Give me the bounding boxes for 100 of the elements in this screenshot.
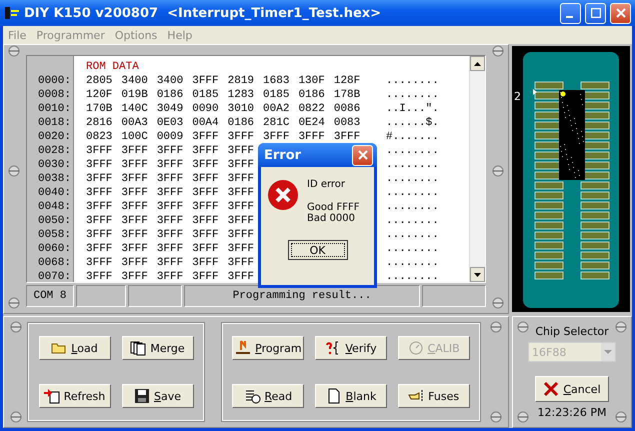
dialog-title: Error [264,148,302,162]
address-label: 0070: [38,270,71,282]
scroll-up-button[interactable] [470,56,485,71]
status-message: Programming result... [232,289,372,303]
screw-icon [615,321,627,333]
address-label: 0000: [38,74,71,88]
hex-word: 3FFF [156,242,184,256]
hex-word: 3FFF [192,228,219,242]
hex-word: 3FFF [156,228,184,242]
screw-icon [10,411,22,423]
hex-word: 3FFF [86,242,112,256]
hex-word: 3010 [228,102,254,116]
toolbar-button[interactable]: Verify [314,336,387,360]
toolbar-button[interactable]: Merge [122,336,194,360]
hex-word: 3FFF [86,144,112,158]
hex-word: 0186 [228,116,254,130]
hex-word: 3FFF [156,214,184,228]
arrow-down-icon [474,272,481,276]
hex-word: 3FFF [86,200,112,214]
hex-word: 3FFF [228,242,254,256]
maximize-icon [590,8,600,18]
cancel-button[interactable]: Cancel [535,376,609,402]
hex-word: 3FFF [86,186,112,200]
hex-word: 3FFF [86,228,112,242]
toolbar-button[interactable]: Save [122,384,194,408]
hex-word: 3FFF [228,270,254,282]
hex-word: 0185 [192,88,219,102]
port-label: COM 8 [33,289,66,303]
toolbar-button[interactable]: Refresh [38,384,110,408]
status-panel [422,285,486,307]
ascii-text: ......$. [386,116,439,130]
hex-word: 3FFF [121,200,148,214]
hex-word: 3FFF [156,200,184,214]
hex-word: 00A3 [121,116,148,130]
window-title: DIY K150 v200807 <Interrupt_Timer1_Test.hex> [24,6,382,20]
hex-word: 3FFF [228,214,254,228]
close-button[interactable] [352,144,373,166]
error-message: ID error [307,179,346,190]
screw-icon [8,45,20,57]
hex-word: 3FFF [121,186,148,200]
hex-word: 3FFF [228,172,254,186]
chip-selector-label: Chip Selector [535,325,609,338]
ascii-text: ........ [386,242,439,256]
close-button[interactable] [610,2,631,24]
hex-word: 130F [298,74,325,88]
ascii-text: ........ [386,74,439,88]
screw-icon [490,411,502,423]
screw-icon [492,297,504,309]
minimize-button[interactable] [560,2,581,24]
hex-word: 1283 [228,88,254,102]
hex-word: 3FFF [228,228,254,242]
status-panel [76,285,126,307]
ascii-text: ........ [386,228,439,242]
toolbar-button[interactable]: Load [38,336,110,360]
ascii-text: ........ [386,88,439,102]
screw-icon [517,411,529,423]
hex-word: 3FFF [228,186,254,200]
hex-word: 3FFF [192,144,219,158]
toolbar-button[interactable]: Fuses [398,384,470,408]
screw-icon [490,321,502,333]
address-label: 0038: [38,172,71,186]
hex-word: 3FFF [192,130,219,144]
hex-word: 2816 [86,116,112,130]
maximize-button[interactable] [585,2,606,24]
hex-word: 3FFF [156,144,184,158]
hex-word: 3FFF [121,270,148,282]
screw-icon [10,321,22,333]
scroll-down-button[interactable] [470,267,485,282]
address-label: 0018: [38,116,71,130]
dropdown-caret-icon [601,343,615,361]
hex-word: 0E03 [156,116,184,130]
gauge-icon [408,340,424,356]
ascii-text: ........ [386,158,439,172]
hex-word: 3FFF [228,256,254,270]
ok-button[interactable]: OK [288,240,348,260]
toolbar-button[interactable]: Program [232,336,304,360]
hex-word: 0083 [334,116,360,130]
hex-word: 3400 [121,74,148,88]
hex-word: 120F [86,88,112,102]
hex-word: 3FFF [121,228,148,242]
hex-word: 3FFF [192,158,219,172]
toolbar-button[interactable]: Read [232,384,304,408]
screw-icon [8,297,20,309]
hex-word: 140C [121,102,148,116]
hex-word: 3FFF [334,130,360,144]
ascii-text: ........ [386,186,439,200]
hex-word: 3FFF [156,256,184,270]
documents-icon [130,340,146,356]
hex-word: 0186 [298,88,325,102]
hex-word: 0E24 [298,116,325,130]
ascii-text: ........ [386,144,439,158]
clock: 12:23:26 PM [537,406,607,419]
hex-word: 3FFF [86,256,112,270]
hex-word: 178B [334,88,360,102]
hex-word: 0823 [86,130,112,144]
hex-word: 3FFF [121,172,148,186]
hex-word: 019B [121,88,148,102]
hex-word: 3FFF [192,74,219,88]
toolbar-button[interactable]: Blank [314,384,387,408]
hex-word: 3FFF [192,186,219,200]
